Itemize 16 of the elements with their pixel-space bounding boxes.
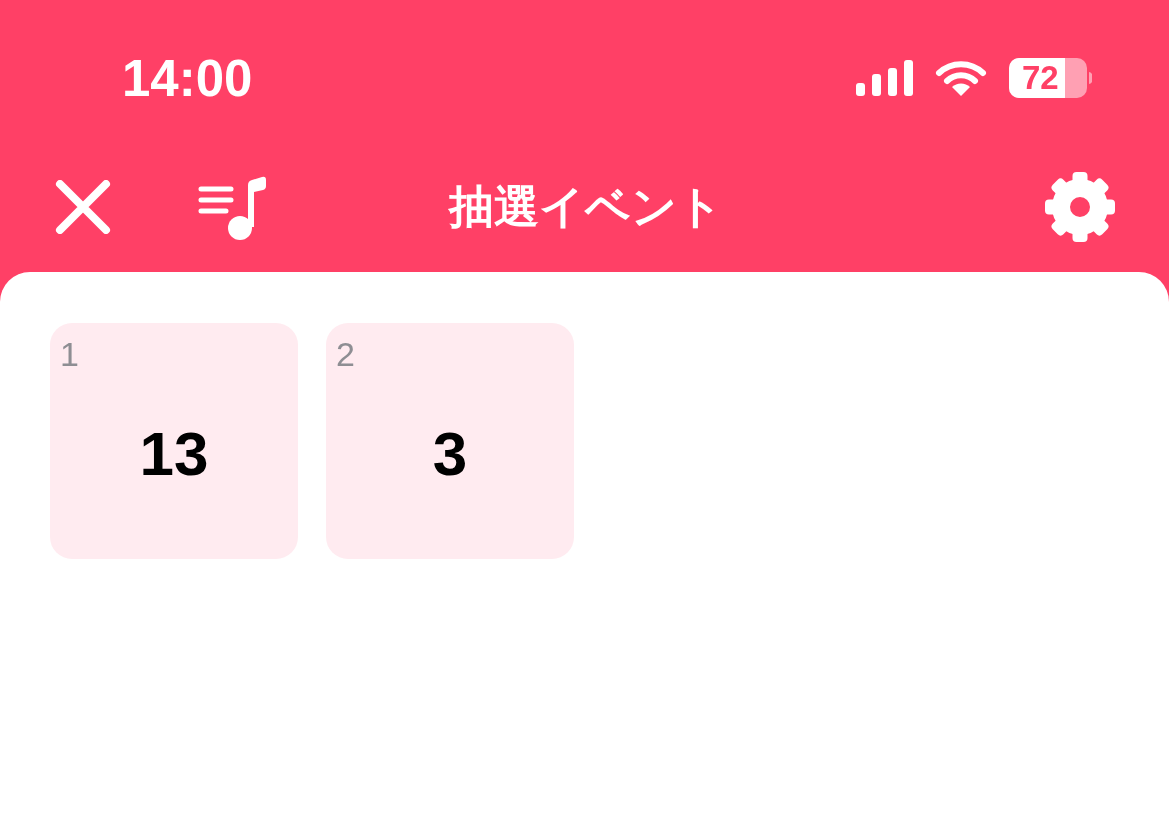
settings-icon bbox=[1044, 171, 1116, 243]
settings-button[interactable] bbox=[1044, 171, 1116, 243]
card-index: 2 bbox=[336, 335, 355, 373]
playlist-button[interactable] bbox=[198, 174, 268, 240]
page-title: 抽選イベント bbox=[448, 180, 723, 234]
playlist-icon bbox=[198, 174, 268, 240]
close-button[interactable] bbox=[55, 180, 111, 234]
close-icon bbox=[55, 180, 111, 234]
battery-icon bbox=[1009, 58, 1092, 98]
result-number: 13 bbox=[138, 418, 210, 490]
wifi-icon bbox=[935, 60, 987, 96]
signal-icon bbox=[856, 60, 913, 96]
result-number: 3 bbox=[431, 418, 469, 490]
battery-percentage: 72 bbox=[1022, 61, 1059, 95]
status-time: 14:00 bbox=[122, 52, 253, 104]
card-index: 1 bbox=[60, 335, 79, 373]
